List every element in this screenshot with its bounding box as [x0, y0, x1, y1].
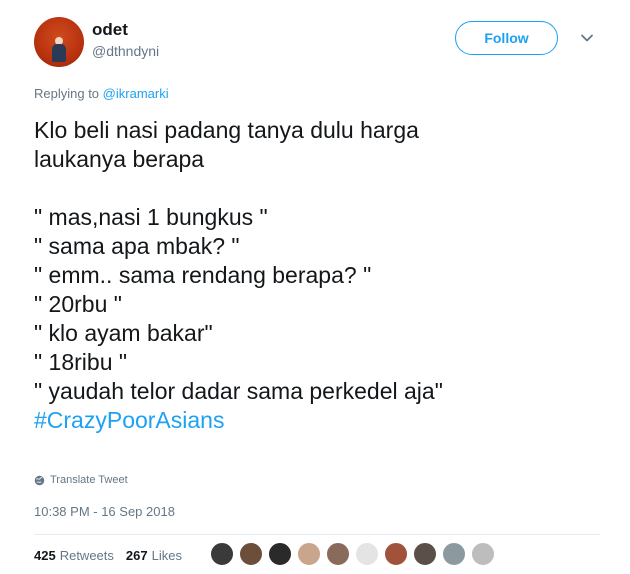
liker-avatar[interactable]	[413, 542, 437, 566]
tweet-line: " yaudah telor dadar sama perkedel aja"	[34, 378, 443, 404]
author-name[interactable]: odet	[92, 20, 128, 40]
liker-avatar[interactable]	[297, 542, 321, 566]
tweet-line	[34, 174, 443, 203]
tweet-line: laukanya berapa	[34, 146, 205, 172]
author-handle[interactable]: @dthndyni	[92, 43, 159, 59]
tweet-text: Klo beli nasi padang tanya dulu harga la…	[34, 116, 443, 435]
replying-prefix: Replying to	[34, 86, 100, 101]
replying-to: Replying to @ikramarki	[34, 86, 169, 101]
likes-label: Likes	[151, 548, 182, 563]
tweet-line: " mas,nasi 1 bungkus "	[34, 204, 268, 230]
retweets-label: Retweets	[59, 548, 114, 563]
liker-avatar[interactable]	[268, 542, 292, 566]
translate-tweet-link[interactable]: Translate Tweet	[34, 474, 128, 486]
profile-avatar[interactable]	[34, 17, 84, 67]
avatar-figure-body	[52, 44, 66, 62]
liker-avatar[interactable]	[355, 542, 379, 566]
tweet-line: Klo beli nasi padang tanya dulu harga	[34, 117, 419, 143]
tweet-timestamp[interactable]: 10:38 PM - 16 Sep 2018	[34, 504, 175, 519]
liker-avatar[interactable]	[326, 542, 350, 566]
likes-stat[interactable]: 267 Likes	[126, 548, 182, 563]
likes-count: 267	[125, 548, 148, 563]
tweet-line: " 20rbu "	[34, 291, 122, 317]
divider	[34, 534, 600, 535]
follow-button[interactable]: Follow	[455, 21, 558, 55]
liker-avatar[interactable]	[239, 542, 263, 566]
translate-label: Translate Tweet	[50, 474, 128, 486]
retweets-count: 425	[34, 548, 56, 563]
hashtag-link[interactable]: #CrazyPoorAsians	[34, 406, 443, 435]
tweet-line: " 18ribu "	[34, 349, 128, 375]
chevron-down-icon[interactable]	[579, 30, 595, 46]
globe-icon	[34, 475, 45, 485]
reply-mention-link[interactable]: @ikramarki	[103, 86, 169, 101]
liker-avatars	[210, 542, 500, 566]
tweet-line: " emm.. sama rendang berapa? "	[34, 262, 372, 288]
liker-avatar[interactable]	[384, 542, 408, 566]
liker-avatar[interactable]	[442, 542, 466, 566]
tweet-line: " sama apa mbak? "	[34, 233, 240, 259]
liker-avatar[interactable]	[210, 542, 234, 566]
tweet-stats: 425 Retweets 267 Likes	[34, 548, 182, 563]
liker-avatar[interactable]	[471, 542, 495, 566]
tweet-line: " klo ayam bakar"	[34, 320, 213, 346]
retweets-stat[interactable]: 425 Retweets	[34, 548, 114, 563]
